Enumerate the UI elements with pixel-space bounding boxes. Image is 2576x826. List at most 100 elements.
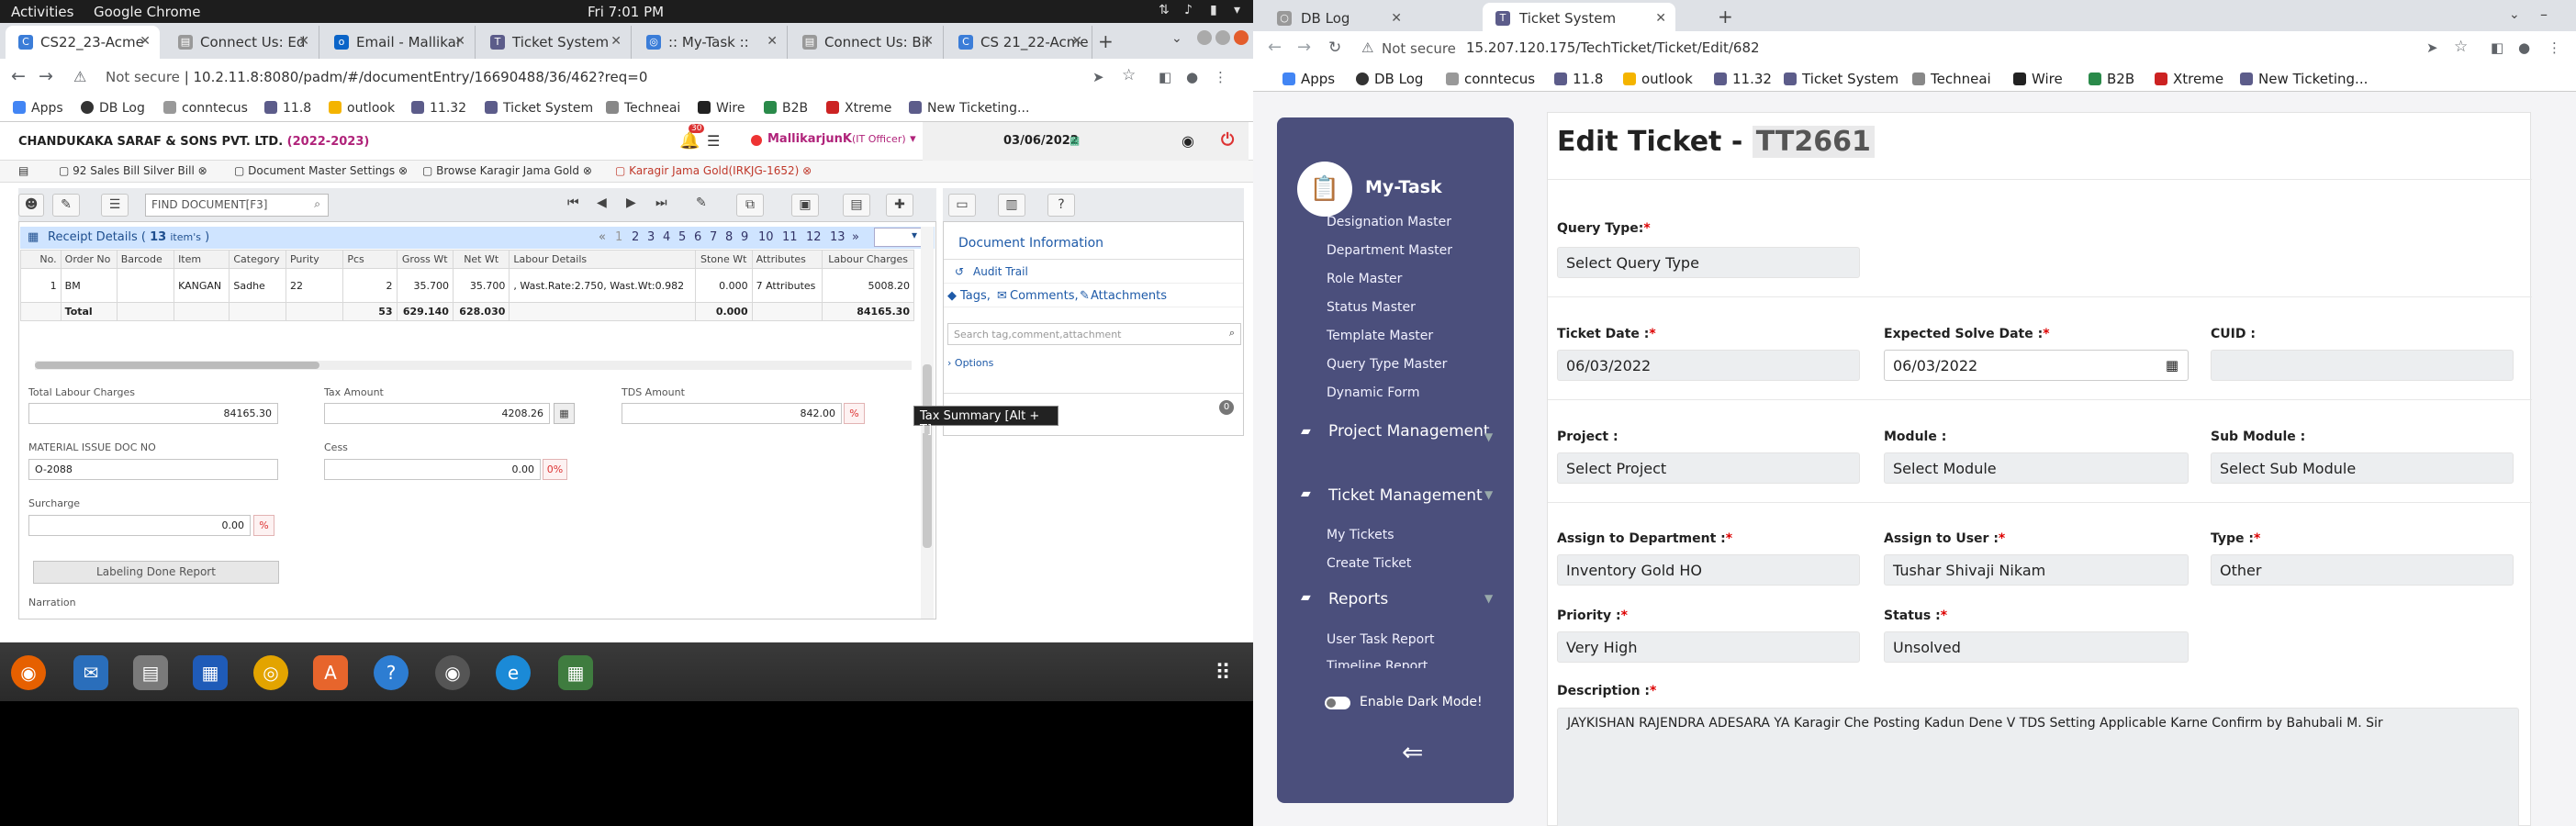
- copy-icon[interactable]: ⧉: [736, 194, 764, 217]
- page-8[interactable]: 8: [725, 230, 733, 244]
- col-header[interactable]: Category: [229, 250, 286, 269]
- software-icon[interactable]: A: [313, 655, 348, 690]
- menu-icon[interactable]: ⋮: [1214, 69, 1227, 85]
- tab-ticket-system[interactable]: T Ticket System ✕: [477, 26, 632, 59]
- calendar-icon[interactable]: ▦: [2166, 357, 2178, 374]
- menu-chevron-icon[interactable]: ▾: [1234, 4, 1248, 17]
- priority-select[interactable]: Very High: [1557, 631, 1860, 663]
- bookmark-conntecus[interactable]: conntecus: [163, 101, 248, 116]
- bookmark-wire[interactable]: Wire: [698, 101, 745, 116]
- page-13[interactable]: 13: [830, 230, 846, 244]
- close-icon[interactable]: ✕: [1655, 11, 1666, 26]
- bookmark-11-32[interactable]: 11.32: [1714, 71, 1772, 87]
- horizontal-scrollbar[interactable]: [35, 361, 912, 370]
- rhythmbox-icon[interactable]: ◎: [253, 655, 288, 690]
- prev-icon[interactable]: ◀: [597, 195, 607, 210]
- page-4[interactable]: 4: [663, 230, 670, 244]
- sidebar-item-designation-master[interactable]: Designation Master: [1327, 215, 1451, 229]
- back-icon[interactable]: ←: [1268, 38, 1282, 57]
- page-2[interactable]: 2: [632, 230, 639, 244]
- url-field[interactable]: Not secure | 10.2.11.8:8080/padm/#/docum…: [106, 69, 647, 85]
- tax-amount-field[interactable]: 4208.26: [324, 403, 550, 424]
- col-header[interactable]: Gross Wt: [396, 250, 454, 269]
- sidebar-section-project[interactable]: ▰ Project Management ▼: [1301, 420, 1503, 443]
- labeling-done-report-button[interactable]: Labeling Done Report: [33, 561, 279, 584]
- bookmark-11-8[interactable]: 11.8: [1554, 71, 1603, 87]
- doc-tabs-icon[interactable]: ▤: [18, 164, 28, 177]
- bookmark-dblog[interactable]: DB Log: [81, 101, 145, 116]
- bookmark-apps[interactable]: Apps: [13, 101, 63, 116]
- warning-icon[interactable]: ⚠: [1361, 39, 1373, 56]
- bookmark-conntecus[interactable]: conntecus: [1446, 71, 1535, 87]
- battery-icon[interactable]: ▮: [1210, 4, 1224, 17]
- bookmark-new-ticketing[interactable]: New Ticketing...: [909, 101, 1029, 116]
- cess-field[interactable]: 0.00: [324, 459, 541, 480]
- bookmark-b2b[interactable]: B2B: [2089, 71, 2134, 87]
- bookmark-ticket-system[interactable]: Ticket System: [485, 101, 593, 116]
- volume-icon[interactable]: ♪: [1184, 4, 1198, 17]
- bookmark-dblog[interactable]: DB Log: [1356, 71, 1423, 87]
- tab-search-chevron-icon[interactable]: ⌄: [2509, 7, 2520, 22]
- audit-trail-link[interactable]: ↺ Audit Trail: [944, 260, 1243, 284]
- dark-mode-toggle[interactable]: Enable Dark Mode!: [1325, 694, 1527, 714]
- sidebar-item-user-task-report[interactable]: User Task Report: [1327, 632, 1434, 647]
- clock[interactable]: Fri 7:01 PM: [588, 4, 664, 20]
- page-1[interactable]: 1: [615, 230, 622, 244]
- bookmark-xtreme[interactable]: Xtreme: [826, 101, 891, 116]
- maximize-icon[interactable]: [1215, 30, 1230, 45]
- window-close-icon[interactable]: [1234, 30, 1249, 45]
- surcharge-percent-button[interactable]: %: [253, 515, 274, 536]
- cell[interactable]: 7 Attributes: [751, 268, 823, 303]
- chrome-icon[interactable]: ◉: [435, 655, 470, 690]
- description-textarea[interactable]: JAYKISHAN RAJENDRA ADESARA YA Karagir Ch…: [1557, 708, 2519, 826]
- close-icon[interactable]: ✕: [767, 34, 778, 49]
- minimize-icon[interactable]: [1197, 30, 1212, 45]
- attachments-link[interactable]: Attachments: [1091, 289, 1167, 303]
- bookmark-ticket-system[interactable]: Ticket System: [1784, 71, 1898, 87]
- help-icon[interactable]: ?: [374, 655, 409, 690]
- layout-icon[interactable]: ▭: [948, 194, 976, 217]
- app-menu[interactable]: Google Chrome: [94, 4, 201, 20]
- col-header[interactable]: Labour Details: [509, 250, 696, 269]
- page-12[interactable]: 12: [806, 230, 822, 244]
- pencil-icon[interactable]: ✎: [696, 195, 707, 210]
- tags-link[interactable]: Tags,: [960, 289, 991, 303]
- last-icon[interactable]: ⏭: [655, 195, 667, 210]
- profile-icon[interactable]: ●: [2518, 39, 2530, 56]
- tab-my-task[interactable]: ◎ :: My-Task :: ✕: [633, 26, 788, 59]
- list-view-icon[interactable]: ☰: [101, 194, 129, 217]
- close-icon[interactable]: ✕: [923, 34, 934, 49]
- new-tab-button[interactable]: +: [1098, 30, 1114, 52]
- not-secure-label[interactable]: Not secure: [1382, 40, 1456, 57]
- close-icon[interactable]: ✕: [610, 34, 622, 49]
- expected-solve-date-field[interactable]: 06/03/2022 ▦: [1884, 350, 2189, 381]
- close-icon[interactable]: ✕: [298, 34, 309, 49]
- menu-icon[interactable]: ⋮: [2548, 39, 2561, 56]
- find-document-input[interactable]: FIND DOCUMENT[F3] ⌕: [145, 194, 329, 217]
- bookmark-wire[interactable]: Wire: [2013, 71, 2063, 87]
- tab-search-chevron-icon[interactable]: ⌄: [1171, 31, 1182, 46]
- profile-icon[interactable]: ●: [1186, 69, 1198, 85]
- tab-db-log[interactable]: ○ DB Log ✕: [1264, 3, 1411, 33]
- tab-cs22[interactable]: C CS22_23-Acme ✕: [6, 26, 160, 59]
- col-header[interactable]: No.: [20, 250, 62, 269]
- bookmark-techneai[interactable]: Techneai: [1912, 71, 1991, 87]
- send-icon[interactable]: ➤: [1092, 69, 1104, 85]
- close-icon[interactable]: ✕: [1391, 11, 1402, 26]
- collapse-sidebar-icon[interactable]: ⇐: [1402, 737, 1423, 767]
- print-icon[interactable]: ▤: [843, 194, 870, 217]
- bookmark-techneai[interactable]: Techneai: [606, 101, 680, 116]
- sidebar-section-reports[interactable]: ▰ Reports ▼: [1301, 590, 1503, 608]
- search-icon[interactable]: ⌕: [314, 197, 320, 211]
- col-header[interactable]: Barcode: [116, 250, 175, 269]
- sidebar-item-template-master[interactable]: Template Master: [1327, 329, 1433, 343]
- tab-ticket-system[interactable]: T Ticket System ✕: [1483, 3, 1675, 33]
- new-tab-button[interactable]: +: [1718, 6, 1733, 28]
- type-select[interactable]: Other: [2211, 554, 2514, 586]
- page-9[interactable]: 9: [741, 230, 748, 244]
- bookmark-xtreme[interactable]: Xtreme: [2155, 71, 2223, 87]
- eye-slash-icon[interactable]: ◉: [1182, 132, 1194, 150]
- col-header[interactable]: Stone Wt: [694, 250, 753, 269]
- bookmark-outlook[interactable]: outlook: [329, 101, 395, 116]
- tds-field[interactable]: 842.00: [622, 403, 842, 424]
